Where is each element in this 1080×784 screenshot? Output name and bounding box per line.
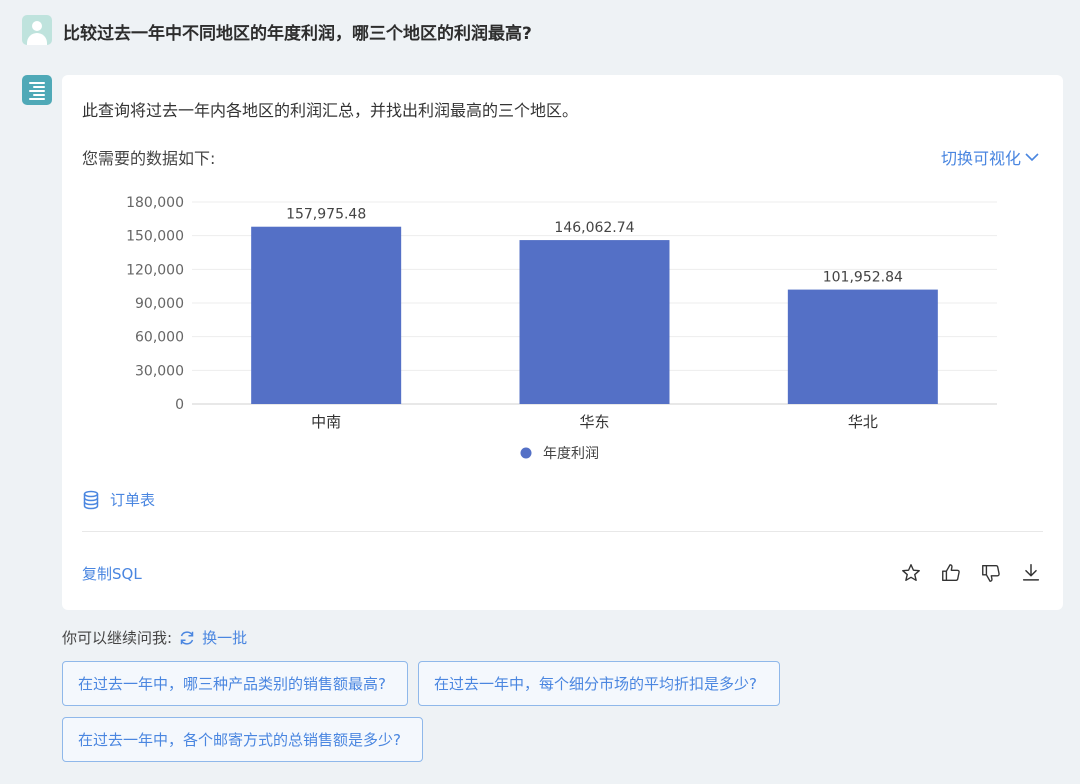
user-question: 比较过去一年中不同地区的年度利润，哪三个地区的利润最高? — [63, 24, 532, 44]
like-button[interactable] — [939, 561, 963, 585]
y-tick-label: 30,000 — [135, 363, 184, 379]
database-icon — [83, 490, 99, 509]
data-source-label: 订单表 — [110, 491, 156, 509]
thumbs-up-icon — [942, 564, 960, 582]
toggle-visualization-label: 切换可视化 — [940, 149, 1021, 168]
dislike-button[interactable] — [979, 561, 1003, 585]
download-button[interactable] — [1019, 561, 1043, 585]
profit-bar-chart: 0 30,000 60,000 90,000 120,000 150,000 180,000… — [126, 195, 997, 462]
legend-marker — [520, 447, 532, 459]
legend-label: 年度利润 — [543, 446, 599, 462]
x-tick-label: 华北 — [848, 413, 878, 431]
x-tick-label: 华东 — [579, 413, 609, 431]
copy-sql-button[interactable]: 复制SQL — [82, 563, 142, 584]
bar — [519, 240, 670, 404]
chevron-down-icon — [1025, 153, 1039, 162]
user-message-row — [22, 14, 52, 46]
card-divider — [82, 531, 1043, 532]
y-tick-label: 150,000 — [126, 229, 184, 245]
user-avatar — [22, 15, 52, 45]
followup-header: 你可以继续问我: 换一批 — [62, 627, 247, 648]
refresh-suggestions-label: 换一批 — [202, 629, 248, 647]
download-icon — [1022, 564, 1040, 581]
y-tick-label: 90,000 — [135, 296, 184, 312]
y-tick-label: 60,000 — [135, 330, 184, 346]
suggestion-chip[interactable]: 在过去一年中，哪三种产品类别的销售额最高? — [62, 661, 408, 706]
suggestion-chip[interactable]: 在过去一年中，每个细分市场的平均折扣是多少? — [418, 661, 780, 706]
bar-data-label: 146,062.74 — [554, 220, 634, 236]
answer-actions — [899, 561, 1043, 585]
x-tick-label: 中南 — [311, 413, 341, 431]
answer-intro: 此查询将过去一年内各地区的利润汇总，并找出利润最高的三个地区。 — [82, 101, 579, 120]
toggle-visualization-button[interactable]: 切换可视化 — [941, 145, 1041, 169]
data-label: 您需要的数据如下: — [82, 149, 216, 168]
favorite-button[interactable] — [899, 561, 923, 585]
bar-data-label: 101,952.84 — [823, 270, 903, 286]
y-tick-label: 0 — [175, 397, 184, 413]
answer-card: 此查询将过去一年内各地区的利润汇总，并找出利润最高的三个地区。 您需要的数据如下… — [62, 75, 1063, 610]
bot-avatar-icon — [22, 75, 52, 105]
suggestion-chip[interactable]: 在过去一年中，各个邮寄方式的总销售额是多少? — [62, 717, 423, 762]
bar-data-label: 157,975.48 — [286, 207, 366, 223]
thumbs-down-icon — [982, 564, 1000, 582]
bar — [251, 226, 402, 404]
data-source[interactable]: 订单表 — [82, 489, 155, 510]
followup-label: 你可以继续问我: — [62, 629, 173, 647]
y-tick-label: 120,000 — [126, 262, 184, 278]
bar — [787, 289, 938, 404]
refresh-icon — [180, 630, 194, 645]
refresh-suggestions-button[interactable]: 换一批 — [178, 627, 247, 648]
star-icon — [902, 564, 920, 582]
y-tick-label: 180,000 — [126, 195, 184, 211]
